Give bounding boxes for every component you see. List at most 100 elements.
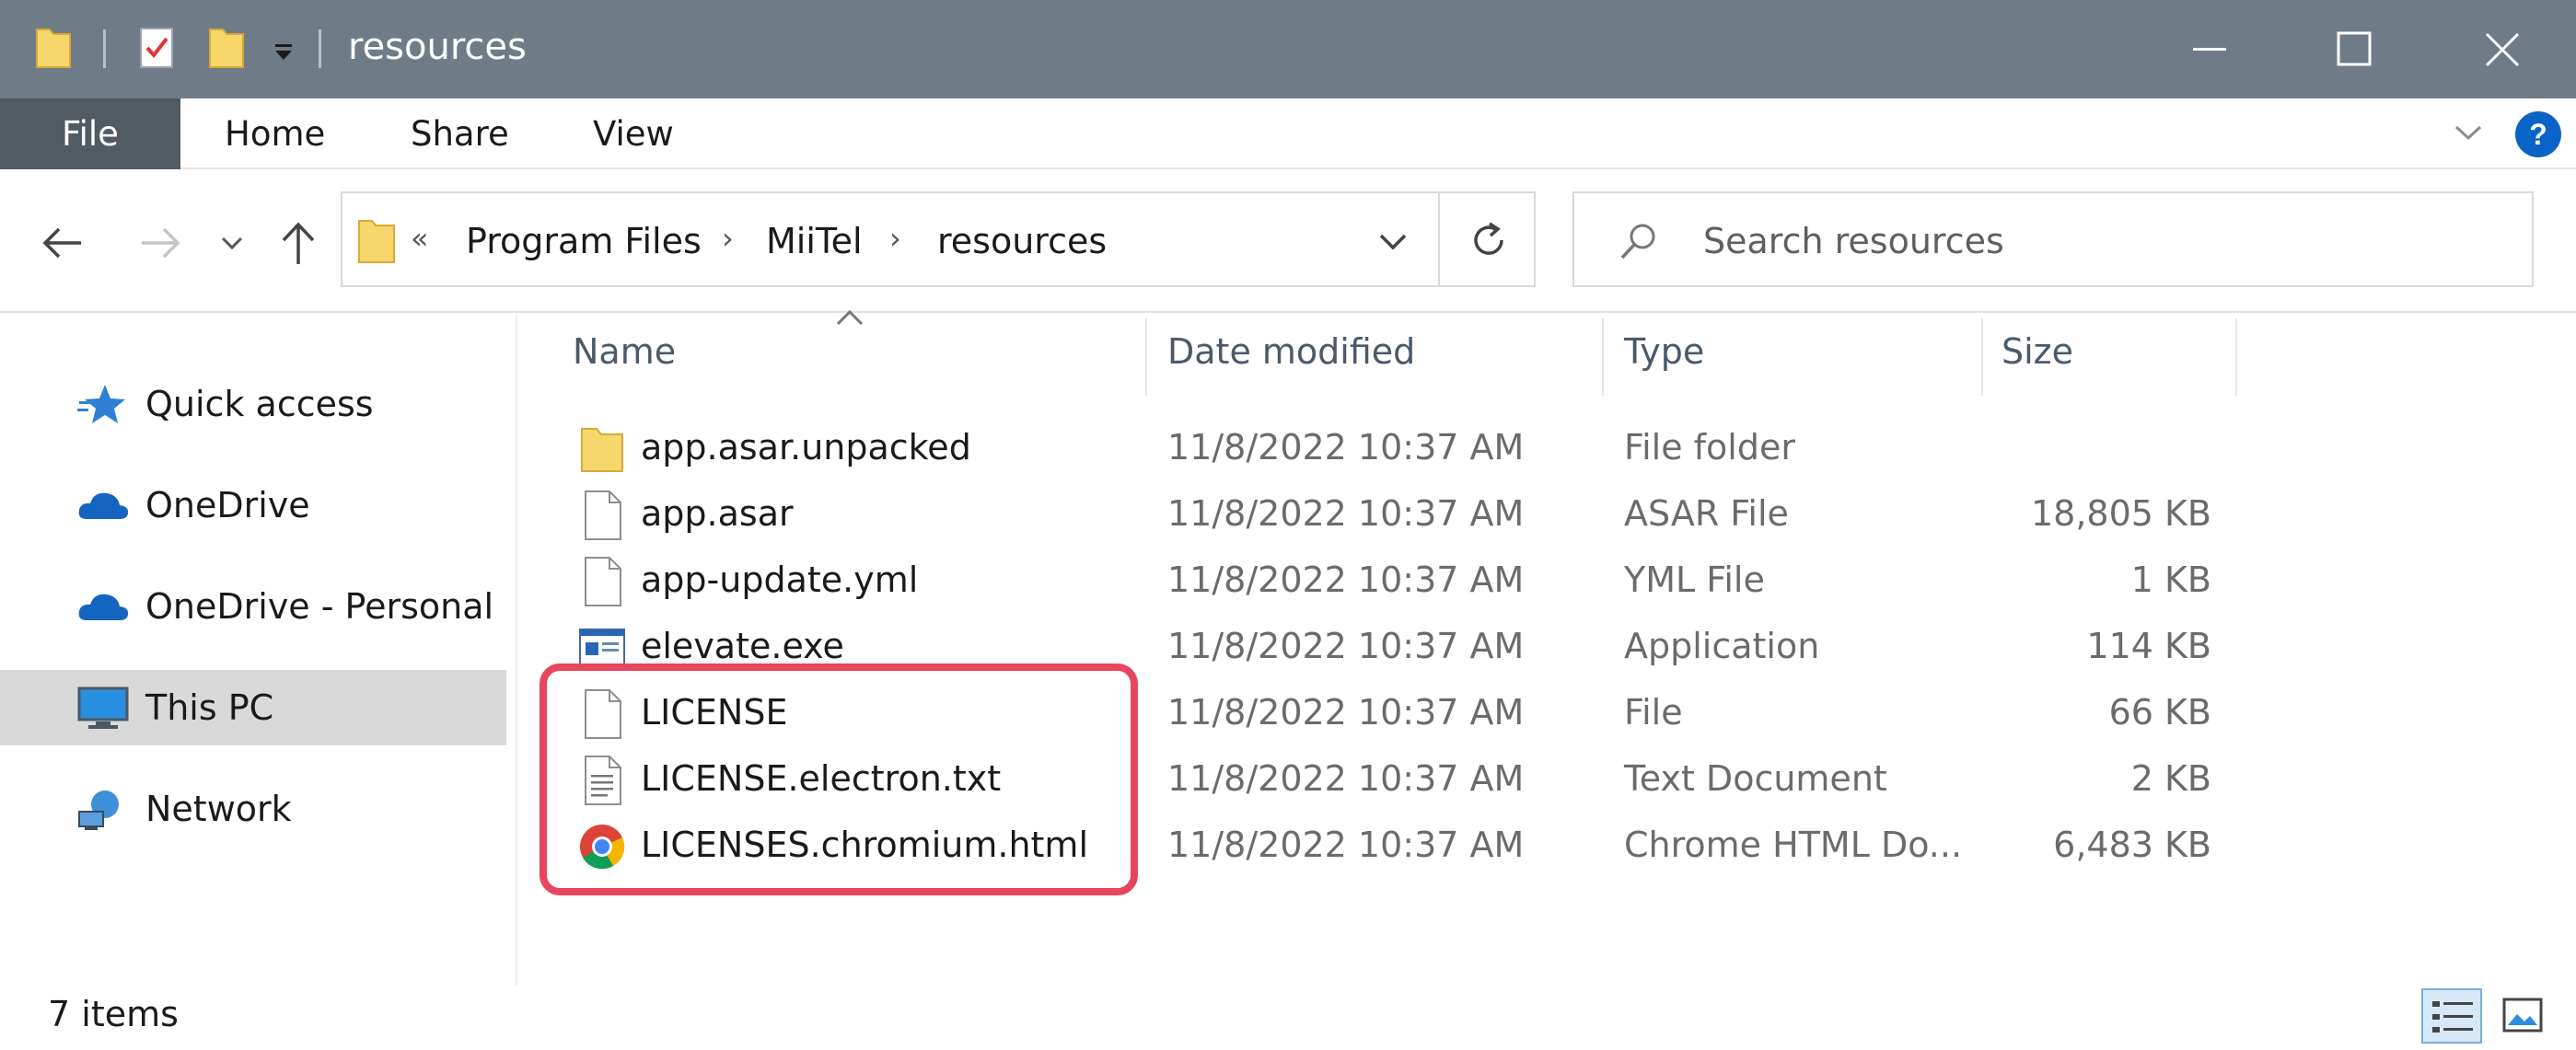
customize-toolbar-icon[interactable] (273, 40, 295, 63)
close-icon (2485, 32, 2520, 67)
address-bar[interactable]: « Program Files › MiiTel › resources (341, 191, 1536, 287)
file-row-app-asar-unpacked[interactable]: app.asar.unpacked 11/8/2022 10:37 AM Fil… (569, 414, 2226, 480)
ribbon: File Home Share View ? (0, 98, 2576, 169)
nav-item-network[interactable]: Network (0, 771, 506, 847)
file-size: 1 KB (2130, 560, 2211, 600)
search-placeholder: Search resources (1703, 221, 2004, 261)
column-header-type[interactable]: Type (1624, 331, 1704, 387)
item-count: 7 items (48, 994, 179, 1034)
search-input[interactable]: Search resources (1572, 191, 2534, 287)
status-bar: 7 items (0, 987, 2576, 1050)
file-row-app-asar[interactable]: app.asar 11/8/2022 10:37 AM ASAR File 18… (569, 480, 2226, 547)
nav-item-label: This PC (145, 687, 274, 728)
maximize-icon (2337, 31, 2372, 66)
file-row-app-update-yml[interactable]: app-update.yml 11/8/2022 10:37 AM YML Fi… (569, 547, 2226, 613)
navigation-pane: Quick access OneDrive OneDrive - Persona… (0, 315, 516, 987)
recent-locations-button[interactable] (214, 211, 250, 275)
folder-icon (358, 220, 395, 263)
file-type: Application (1624, 626, 1820, 666)
column-separator[interactable] (1602, 318, 1604, 396)
breadcrumb-separator-icon[interactable]: › (722, 221, 734, 256)
file-date: 11/8/2022 10:37 AM (1167, 692, 1525, 733)
column-header-name[interactable]: Name (573, 331, 676, 387)
breadcrumb-miitel[interactable]: MiiTel (766, 221, 863, 261)
column-header-size[interactable]: Size (2002, 331, 2073, 387)
refresh-icon[interactable] (1468, 219, 1510, 261)
computer-icon (77, 687, 129, 729)
tab-home[interactable]: Home (225, 98, 325, 169)
toolbar-separator (319, 29, 321, 68)
column-separator[interactable] (2235, 318, 2237, 396)
file-size: 66 KB (2108, 692, 2211, 733)
toolbar-separator (103, 29, 106, 68)
properties-icon[interactable] (138, 26, 175, 70)
large-icons-view-icon (2502, 998, 2543, 1033)
file-size: 6,483 KB (2053, 825, 2211, 865)
expand-ribbon-icon[interactable] (2453, 119, 2484, 146)
tab-view[interactable]: View (593, 98, 674, 169)
tab-file[interactable]: File (0, 98, 180, 169)
back-button[interactable] (35, 211, 90, 275)
breadcrumb-separator-icon[interactable]: › (889, 221, 901, 256)
title-bar: resources (0, 0, 2576, 98)
breadcrumb-overflow[interactable]: « (411, 221, 429, 256)
network-icon (78, 790, 119, 830)
file-name: app.asar.unpacked (641, 427, 971, 467)
highlight-box (540, 663, 1138, 895)
address-divider (1438, 193, 1440, 285)
window-title: resources (348, 26, 527, 68)
close-button[interactable] (2429, 0, 2576, 98)
nav-item-label: Quick access (145, 384, 374, 424)
maximize-button[interactable] (2281, 0, 2429, 98)
pane-divider[interactable] (516, 315, 517, 987)
minimize-button[interactable] (2134, 0, 2281, 98)
forward-button[interactable] (133, 211, 188, 275)
chevron-down-icon[interactable] (1377, 230, 1409, 254)
minimize-icon (2193, 48, 2226, 51)
column-separator[interactable] (1981, 318, 1983, 396)
nav-item-quick-access[interactable]: Quick access (0, 366, 506, 442)
nav-item-onedrive[interactable]: OneDrive (0, 467, 506, 543)
arrow-left-icon (42, 227, 81, 259)
file-type: Chrome HTML Do... (1624, 825, 1963, 865)
address-toolbar: « Program Files › MiiTel › resources Sea… (0, 169, 2576, 313)
file-icon (585, 490, 621, 540)
column-separator[interactable] (1145, 318, 1147, 396)
sort-ascending-icon (836, 309, 864, 326)
svg-text:?: ? (2529, 118, 2547, 151)
cloud-icon (78, 492, 129, 519)
details-view-icon (2432, 1001, 2473, 1033)
file-name: app.asar (641, 493, 794, 534)
file-size: 114 KB (2086, 626, 2211, 666)
column-header-date[interactable]: Date modified (1167, 331, 1415, 387)
nav-item-this-pc[interactable]: This PC (0, 670, 506, 745)
chevron-down-icon (221, 237, 243, 250)
new-folder-icon[interactable] (208, 26, 245, 70)
file-type: ASAR File (1624, 493, 1789, 534)
folder-icon (581, 428, 623, 472)
folder-icon[interactable] (35, 26, 72, 70)
breadcrumb-program-files[interactable]: Program Files (466, 221, 702, 261)
cloud-icon (78, 594, 129, 620)
file-type: Text Document (1624, 758, 1887, 799)
up-button[interactable] (271, 211, 326, 275)
help-icon[interactable]: ? (2513, 110, 2563, 159)
file-date: 11/8/2022 10:37 AM (1167, 493, 1525, 534)
star-icon (77, 385, 125, 423)
file-date: 11/8/2022 10:37 AM (1167, 626, 1525, 666)
file-icon (585, 557, 621, 606)
file-type: File (1624, 692, 1683, 733)
details-view-button[interactable] (2421, 988, 2482, 1044)
arrow-up-icon (282, 222, 315, 264)
search-icon (1620, 224, 1655, 260)
file-date: 11/8/2022 10:37 AM (1167, 427, 1525, 467)
file-date: 11/8/2022 10:37 AM (1167, 758, 1525, 799)
nav-item-onedrive-personal[interactable]: OneDrive - Personal (0, 569, 506, 644)
tab-share[interactable]: Share (411, 98, 509, 169)
large-icons-view-button[interactable] (2493, 988, 2554, 1044)
arrow-right-icon (142, 227, 180, 259)
file-type: File folder (1624, 427, 1795, 467)
nav-item-label: OneDrive (145, 485, 310, 525)
breadcrumb-resources[interactable]: resources (937, 221, 1107, 261)
file-date: 11/8/2022 10:37 AM (1167, 825, 1525, 865)
